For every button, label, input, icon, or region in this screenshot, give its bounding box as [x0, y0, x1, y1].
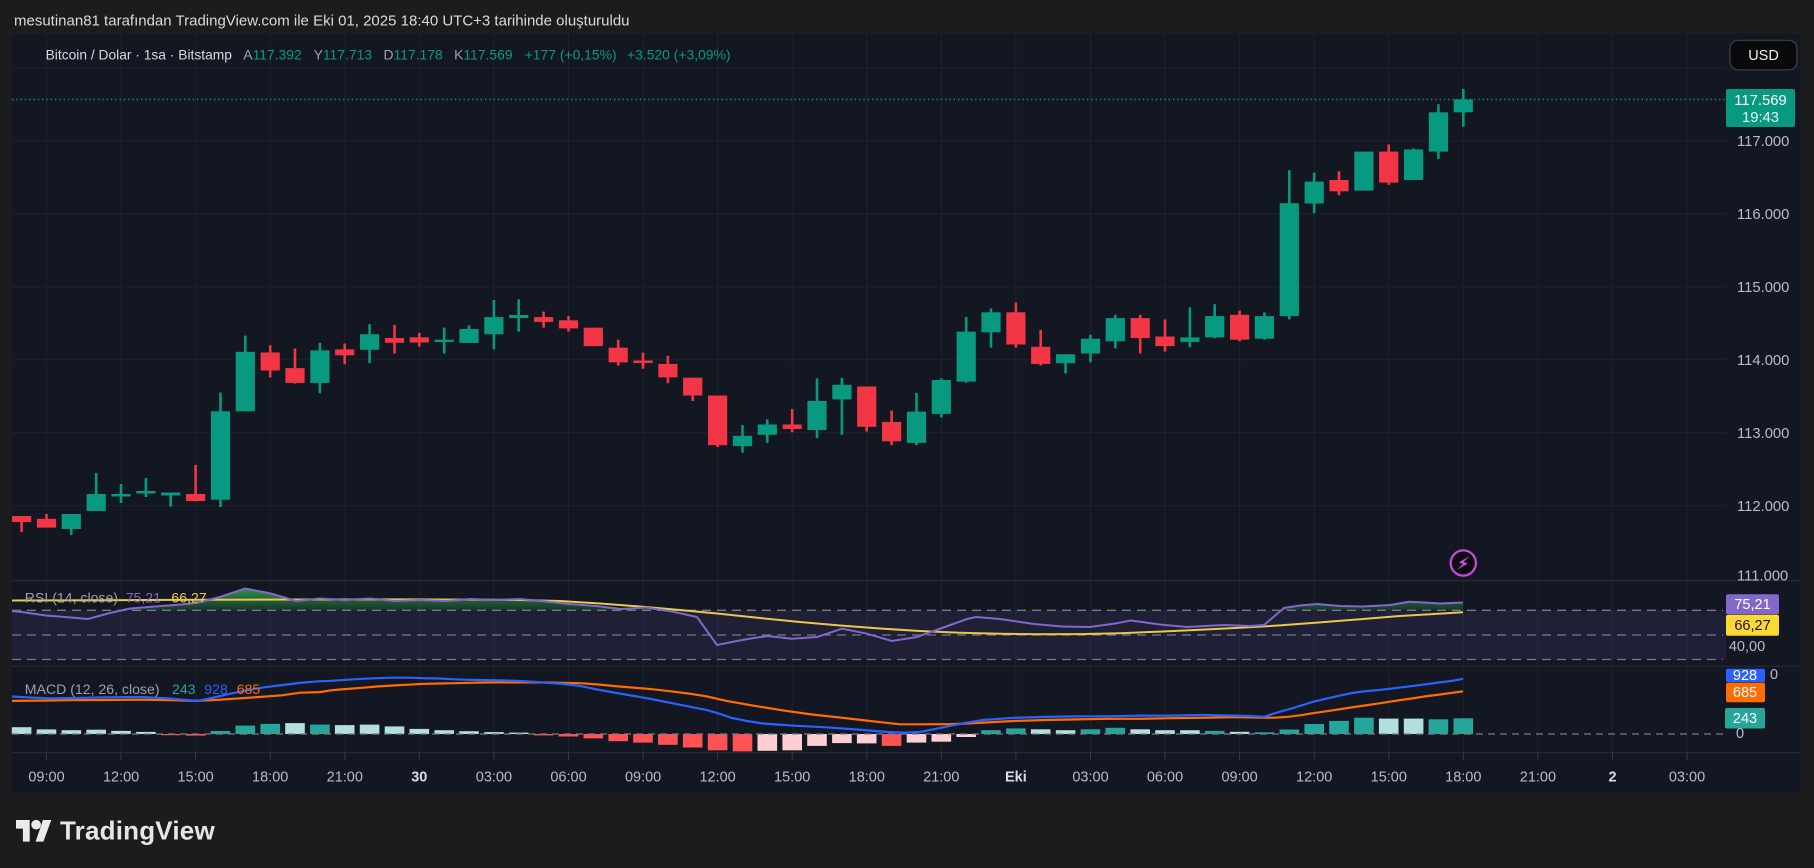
svg-text:928: 928 — [1733, 668, 1757, 684]
svg-text:18:00: 18:00 — [252, 770, 288, 786]
svg-text:12:00: 12:00 — [103, 770, 139, 786]
svg-text:21:00: 21:00 — [923, 770, 959, 786]
svg-text:06:00: 06:00 — [1147, 770, 1183, 786]
svg-text:09:00: 09:00 — [1221, 770, 1257, 786]
svg-text:Bitcoin / Dolar · 1sa · Bitsta: Bitcoin / Dolar · 1sa · Bitstamp — [46, 48, 233, 63]
svg-text:18:00: 18:00 — [849, 770, 885, 786]
svg-text:112.000: 112.000 — [1737, 499, 1789, 515]
svg-text:mesutinan81 tarafından Trading: mesutinan81 tarafından TradingView.com i… — [14, 13, 630, 30]
svg-text:21:00: 21:00 — [1520, 770, 1556, 786]
svg-text:15:00: 15:00 — [1371, 770, 1407, 786]
svg-text:30: 30 — [411, 770, 427, 786]
svg-text:15:00: 15:00 — [774, 770, 810, 786]
svg-text:66,27: 66,27 — [171, 590, 206, 606]
svg-text:03:00: 03:00 — [1072, 770, 1108, 786]
svg-text:RSI (14, close): RSI (14, close) — [25, 590, 118, 606]
svg-text:USD: USD — [1748, 48, 1779, 64]
svg-text:19:43: 19:43 — [1742, 110, 1779, 126]
svg-text:09:00: 09:00 — [625, 770, 661, 786]
svg-text:12:00: 12:00 — [1296, 770, 1332, 786]
svg-text:113.000: 113.000 — [1737, 426, 1789, 442]
svg-text:75,21: 75,21 — [126, 590, 161, 606]
svg-text:685: 685 — [237, 681, 261, 697]
svg-text:243: 243 — [172, 681, 196, 697]
svg-text:66,27: 66,27 — [1734, 618, 1770, 634]
svg-text:18:00: 18:00 — [1445, 770, 1481, 786]
svg-text:928: 928 — [204, 681, 228, 697]
svg-text:75,21: 75,21 — [1734, 597, 1770, 613]
svg-text:117.000: 117.000 — [1737, 134, 1789, 150]
svg-text:116.000: 116.000 — [1737, 207, 1789, 223]
svg-text:03:00: 03:00 — [476, 770, 512, 786]
svg-text:114.000: 114.000 — [1737, 353, 1789, 369]
svg-text:06:00: 06:00 — [550, 770, 586, 786]
svg-text:40,00: 40,00 — [1729, 639, 1765, 655]
svg-text:MACD (12, 26, close): MACD (12, 26, close) — [25, 681, 160, 697]
svg-text:03:00: 03:00 — [1669, 770, 1705, 786]
svg-text:2: 2 — [1608, 770, 1616, 786]
svg-text:TradingView: TradingView — [60, 816, 215, 846]
svg-text:12:00: 12:00 — [699, 770, 735, 786]
svg-text:09:00: 09:00 — [28, 770, 64, 786]
svg-text:111.000: 111.000 — [1737, 569, 1788, 585]
svg-text:Eki: Eki — [1005, 770, 1027, 786]
svg-text:117.569: 117.569 — [1734, 93, 1786, 109]
svg-text:243: 243 — [1733, 711, 1757, 727]
svg-text:21:00: 21:00 — [327, 770, 363, 786]
svg-text:0: 0 — [1736, 726, 1744, 742]
svg-text:0: 0 — [1770, 667, 1778, 683]
svg-text:A117.392Y117.713D117.178K117.5: A117.392Y117.713D117.178K117.569+177 (+0… — [243, 47, 730, 63]
svg-text:15:00: 15:00 — [177, 770, 213, 786]
svg-text:115.000: 115.000 — [1737, 280, 1789, 296]
svg-text:685: 685 — [1733, 685, 1757, 701]
